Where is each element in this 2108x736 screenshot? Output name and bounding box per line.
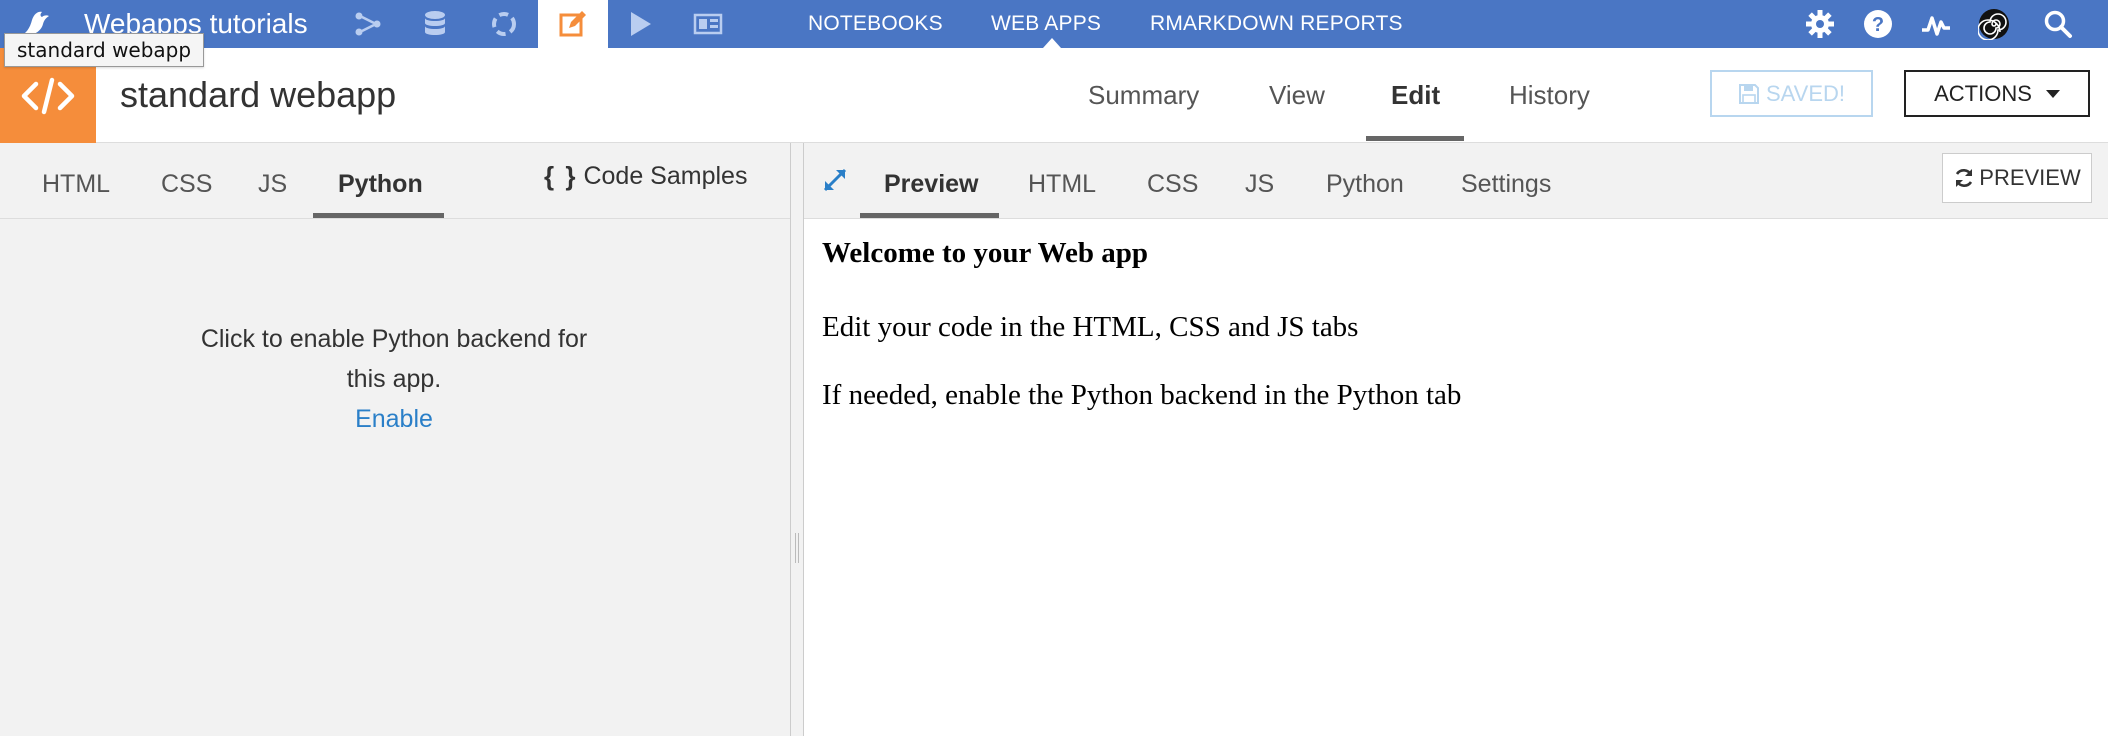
- tab-history[interactable]: History: [1509, 48, 1590, 143]
- actions-label: ACTIONS: [1934, 80, 2032, 106]
- code-editor-pane: HTML CSS JS Python { } Code Samples Clic…: [0, 143, 790, 736]
- preview-tab-html[interactable]: HTML: [1028, 143, 1096, 219]
- code-icon[interactable]: [538, 0, 608, 48]
- activity-icon[interactable]: [1918, 6, 1954, 42]
- tab-edit[interactable]: Edit: [1391, 48, 1440, 143]
- expand-icon[interactable]: [822, 167, 848, 193]
- preview-tab-css[interactable]: CSS: [1147, 143, 1198, 219]
- lab-icon[interactable]: [469, 0, 539, 48]
- refresh-icon: [1956, 169, 1973, 187]
- active-nav-indicator: [1043, 38, 1061, 48]
- preview-button-label: PREVIEW: [1979, 165, 2081, 190]
- editor-tab-python-underline: [313, 213, 444, 218]
- nav-rmarkdown-link[interactable]: RMARKDOWN REPORTS: [1150, 0, 1403, 48]
- preview-tab-underline: [860, 213, 999, 218]
- page-title: standard webapp: [120, 74, 397, 115]
- object-tooltip: standard webapp: [4, 33, 205, 67]
- preview-tab-settings[interactable]: Settings: [1461, 143, 1551, 219]
- flow-icon[interactable]: [333, 0, 403, 48]
- nav-notebooks-link[interactable]: NOTEBOOKS: [808, 0, 943, 48]
- refresh-preview-button[interactable]: PREVIEW: [1942, 153, 2092, 203]
- braces-icon: { }: [544, 161, 578, 191]
- svg-text:?: ?: [1872, 14, 1884, 36]
- editor-tab-html[interactable]: HTML: [42, 143, 110, 219]
- preview-tab-python[interactable]: Python: [1326, 143, 1404, 219]
- webapp-preview-frame: Welcome to your Web app Edit your code i…: [822, 235, 1461, 411]
- help-icon[interactable]: ?: [1860, 6, 1896, 42]
- save-icon: [1738, 83, 1759, 104]
- preview-tabs: Preview HTML CSS JS Python Settings PREV…: [804, 143, 2108, 219]
- enable-python-link[interactable]: Enable: [188, 399, 600, 439]
- editor-tabs: HTML CSS JS Python { } Code Samples: [0, 143, 790, 219]
- editor-tab-css[interactable]: CSS: [161, 143, 212, 219]
- jobs-icon[interactable]: [605, 0, 675, 48]
- saved-label: SAVED!: [1765, 80, 1846, 106]
- code-samples-button[interactable]: { } Code Samples: [544, 161, 747, 192]
- datasets-icon[interactable]: [400, 0, 470, 48]
- enable-python-message: Click to enable Python backend for this …: [200, 325, 588, 393]
- settings-icon[interactable]: [1802, 6, 1838, 42]
- editor-tab-python[interactable]: Python: [338, 143, 423, 219]
- dashboard-icon[interactable]: [673, 0, 743, 48]
- object-header: standard webapp Summary View Edit Histor…: [0, 48, 2108, 143]
- search-icon[interactable]: [2040, 6, 2076, 42]
- actions-button[interactable]: ACTIONS: [1904, 70, 2090, 117]
- pane-splitter[interactable]: [790, 143, 804, 736]
- spiral-icon[interactable]: [1976, 6, 2012, 42]
- preview-pane: Preview HTML CSS JS Python Settings PREV…: [804, 143, 2108, 736]
- preview-paragraph: If needed, enable the Python backend in …: [822, 379, 1462, 411]
- tab-edit-underline: [1366, 136, 1464, 141]
- preview-tab-js[interactable]: JS: [1245, 143, 1274, 219]
- top-navbar: Webapps tutorials NOTEBOOKS WEB APPS RMA…: [0, 0, 2108, 48]
- saved-button[interactable]: SAVED!: [1710, 70, 1873, 117]
- preview-tab-preview[interactable]: Preview: [884, 143, 979, 219]
- code-samples-label: Code Samples: [583, 162, 748, 190]
- caret-down-icon: [2045, 89, 2060, 98]
- splitter-grip-icon: [795, 533, 799, 563]
- tab-summary[interactable]: Summary: [1088, 48, 1199, 143]
- preview-paragraph: Edit your code in the HTML, CSS and JS t…: [822, 311, 1359, 343]
- tab-view[interactable]: View: [1269, 48, 1325, 143]
- editor-tab-js[interactable]: JS: [258, 143, 287, 219]
- preview-heading: Welcome to your Web app: [822, 237, 1148, 269]
